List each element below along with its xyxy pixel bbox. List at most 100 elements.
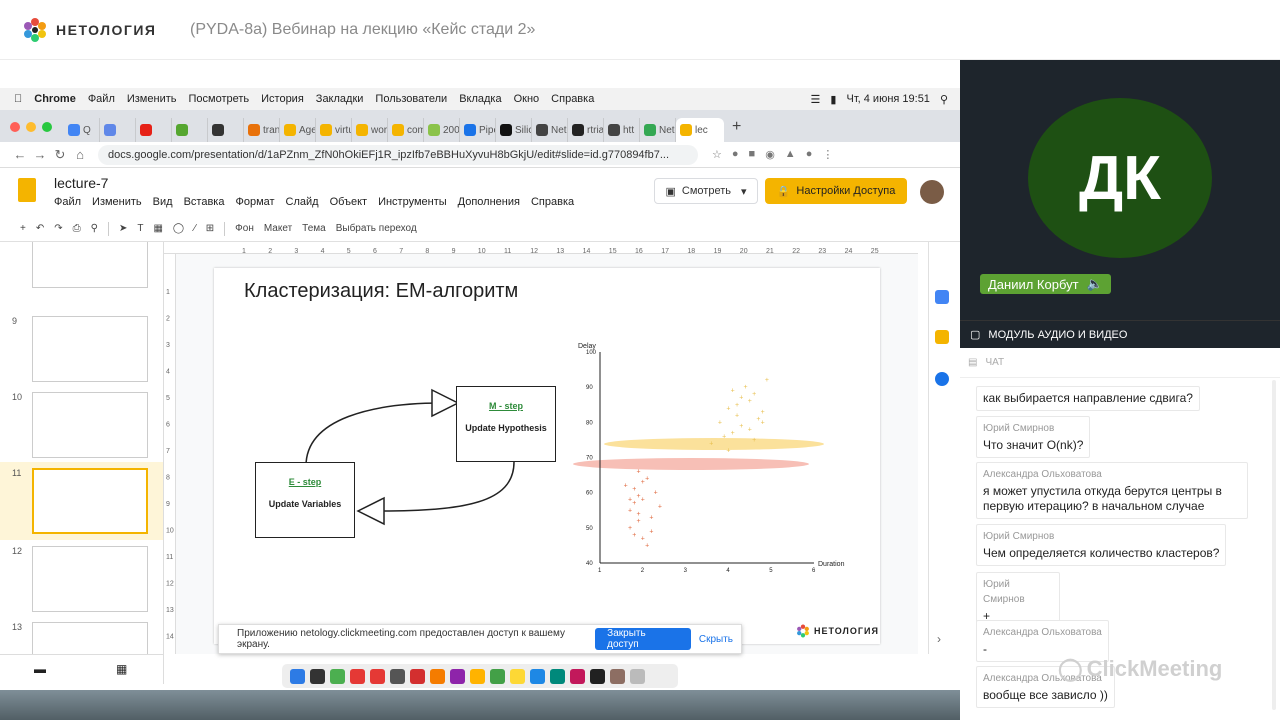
- pdf-icon[interactable]: [370, 668, 385, 684]
- browser-tab[interactable]: work: [352, 118, 388, 142]
- slides-app-icon[interactable]: [18, 178, 36, 202]
- chat-header[interactable]: ▤ ЧАТ: [960, 348, 1280, 378]
- toolbar-transition[interactable]: Выбрать переход: [336, 223, 417, 234]
- menu-addons[interactable]: Дополнения: [458, 196, 520, 208]
- zoom-icon[interactable]: ⚲: [91, 223, 98, 234]
- textbox-icon[interactable]: T: [137, 223, 143, 234]
- current-slide[interactable]: Кластеризация: ЕМ-алгоритм M - step Upda…: [214, 268, 880, 644]
- menubar-app[interactable]: Chrome: [34, 93, 76, 105]
- minimize-window-icon[interactable]: [26, 122, 36, 132]
- menu-format[interactable]: Формат: [235, 196, 274, 208]
- app-icon[interactable]: [550, 668, 565, 684]
- browser-tab[interactable]: comt: [388, 118, 424, 142]
- browser-tab[interactable]: [100, 118, 136, 142]
- new-slide-icon[interactable]: +: [20, 223, 26, 234]
- photos-icon[interactable]: [470, 668, 485, 684]
- browser-tab[interactable]: AgeW: [280, 118, 316, 142]
- collapse-panel-icon[interactable]: ›: [937, 632, 941, 646]
- menu-view[interactable]: Вид: [153, 196, 173, 208]
- menubar-bookmarks[interactable]: Закладки: [316, 93, 364, 105]
- extension-icon[interactable]: ◉: [765, 148, 775, 161]
- app-icon[interactable]: [430, 668, 445, 684]
- browser-tab[interactable]: Silico: [496, 118, 532, 142]
- slide-thumbnail-selected[interactable]: [32, 468, 148, 534]
- chevron-down-icon[interactable]: ▾: [741, 185, 747, 198]
- shape-icon[interactable]: ◯: [173, 223, 184, 234]
- forward-icon[interactable]: →: [30, 147, 50, 162]
- notes-icon[interactable]: [510, 668, 525, 684]
- more-icon[interactable]: ⋮: [822, 148, 833, 161]
- tasks-icon[interactable]: [935, 372, 949, 386]
- menubar-tab[interactable]: Вкладка: [459, 93, 501, 105]
- app-icon[interactable]: [610, 668, 625, 684]
- menu-slide[interactable]: Слайд: [286, 196, 319, 208]
- user-avatar[interactable]: [920, 180, 944, 204]
- browser-tab[interactable]: Pipel: [460, 118, 496, 142]
- battery-icon[interactable]: ▮: [830, 93, 836, 106]
- maximize-window-icon[interactable]: [42, 122, 52, 132]
- menubar-edit[interactable]: Изменить: [127, 93, 177, 105]
- menu-insert[interactable]: Вставка: [184, 196, 225, 208]
- menubar-file[interactable]: Файл: [88, 93, 115, 105]
- av-module-bar[interactable]: ▢ МОДУЛЬ АУДИО И ВИДЕО: [960, 320, 1280, 348]
- redo-icon[interactable]: ↷: [54, 223, 62, 234]
- close-window-icon[interactable]: [10, 122, 20, 132]
- profile-icon[interactable]: ●: [806, 148, 813, 161]
- menubar-help[interactable]: Справка: [551, 93, 594, 105]
- menu-edit[interactable]: Изменить: [92, 196, 142, 208]
- calendar-icon[interactable]: [390, 668, 405, 684]
- extension-icon[interactable]: ■: [749, 148, 756, 161]
- new-tab-icon[interactable]: +: [724, 118, 741, 142]
- browser-tab[interactable]: virtu: [316, 118, 352, 142]
- chat-scrollbar[interactable]: [1272, 380, 1276, 710]
- browser-tab[interactable]: [136, 118, 172, 142]
- menubar-history[interactable]: История: [261, 93, 304, 105]
- app-icon[interactable]: [590, 668, 605, 684]
- finder-icon[interactable]: [290, 668, 305, 684]
- list-view-icon[interactable]: ▬: [34, 662, 46, 676]
- undo-icon[interactable]: ↶: [36, 223, 44, 234]
- toolbar-theme[interactable]: Тема: [302, 223, 326, 234]
- stop-sharing-button[interactable]: Закрыть доступ: [595, 628, 691, 650]
- browser-tab[interactable]: [172, 118, 208, 142]
- comment-add-icon[interactable]: ⊞: [206, 223, 214, 234]
- calendar-icon[interactable]: [935, 290, 949, 304]
- app-icon[interactable]: [410, 668, 425, 684]
- toolbar-layout[interactable]: Макет: [264, 223, 292, 234]
- reload-icon[interactable]: ↻: [50, 147, 70, 163]
- menubar-view[interactable]: Посмотреть: [188, 93, 249, 105]
- browser-tab[interactable]: Netol: [532, 118, 568, 142]
- netology-logo[interactable]: НЕТОЛОГИЯ: [22, 17, 156, 43]
- menu-tools[interactable]: Инструменты: [378, 196, 447, 208]
- numbers-icon[interactable]: [490, 668, 505, 684]
- menu-file[interactable]: Файл: [54, 196, 81, 208]
- browser-tab[interactable]: transi: [244, 118, 280, 142]
- slide-thumbnail[interactable]: [32, 242, 148, 288]
- slide-thumbnail[interactable]: [32, 622, 148, 654]
- terminal-icon[interactable]: [310, 668, 325, 684]
- browser-tab[interactable]: 2005: [424, 118, 460, 142]
- extension-icon[interactable]: ▲: [785, 148, 796, 161]
- slack-icon[interactable]: [570, 668, 585, 684]
- menubar-datetime[interactable]: Чт, 4 июня 19:51: [846, 93, 929, 105]
- menubar-window[interactable]: Окно: [514, 93, 540, 105]
- keep-icon[interactable]: [935, 330, 949, 344]
- trash-icon[interactable]: [630, 668, 645, 684]
- browser-tab[interactable]: Q: [64, 118, 100, 142]
- url-field[interactable]: docs.google.com/presentation/d/1aPZnm_Zf…: [98, 144, 698, 165]
- grid-view-icon[interactable]: ▦: [116, 662, 127, 676]
- image-icon[interactable]: ▦: [153, 223, 162, 234]
- slide-thumbnail[interactable]: [32, 316, 148, 382]
- slide-thumbnail[interactable]: [32, 546, 148, 612]
- back-icon[interactable]: ←: [10, 147, 30, 162]
- home-icon[interactable]: ⌂: [70, 147, 90, 162]
- extension-icon[interactable]: ●: [732, 148, 739, 161]
- browser-tab[interactable]: [208, 118, 244, 142]
- appstore-icon[interactable]: [530, 668, 545, 684]
- select-icon[interactable]: ➤: [119, 223, 127, 234]
- apple-icon[interactable]: : [14, 93, 22, 105]
- doc-title[interactable]: lecture-7: [54, 175, 108, 191]
- browser-tab-active[interactable]: lec: [676, 118, 724, 142]
- toolbar-background[interactable]: Фон: [235, 223, 254, 234]
- share-button[interactable]: 🔒 Настройки Доступа: [765, 178, 907, 204]
